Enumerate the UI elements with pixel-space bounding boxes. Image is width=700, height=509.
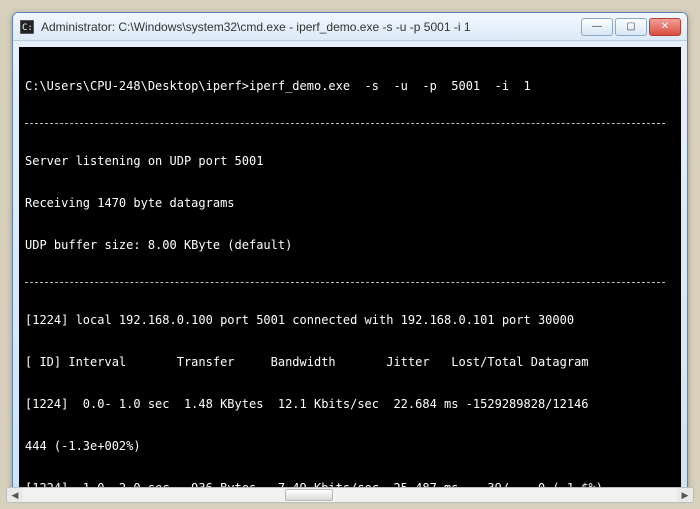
minimize-button[interactable]: — <box>581 18 613 36</box>
first-row: [1224] 0.0- 1.0 sec 1.48 KBytes 12.1 Kbi… <box>25 397 675 411</box>
chevron-right-icon: ▶ <box>682 490 688 498</box>
connection-line: [1224] local 192.168.0.100 port 5001 con… <box>25 313 675 327</box>
chevron-left-icon: ◀ <box>12 490 18 498</box>
cmd-window: C: Administrator: C:\Windows\system32\cm… <box>12 12 688 497</box>
scroll-right-button[interactable]: ▶ <box>677 488 688 497</box>
header-line: [ ID] Interval Transfer Bandwidth Jitter… <box>25 355 675 369</box>
scroll-track[interactable] <box>23 488 677 497</box>
scroll-left-button[interactable]: ◀ <box>12 488 23 497</box>
maximize-icon: ▢ <box>626 21 635 32</box>
scroll-thumb[interactable] <box>285 489 333 497</box>
divider <box>25 282 665 283</box>
first-row-tail: 444 (-1.3e+002%) <box>25 439 675 453</box>
minimize-icon: — <box>592 21 602 32</box>
divider <box>25 123 665 124</box>
maximize-button[interactable]: ▢ <box>615 18 647 36</box>
prompt-line: C:\Users\CPU-248\Desktop\iperf>iperf_dem… <box>25 79 675 93</box>
server-info-2: UDP buffer size: 8.00 KByte (default) <box>25 238 675 252</box>
cmd-icon: C: <box>19 19 35 35</box>
server-info-1: Receiving 1470 byte datagrams <box>25 196 675 210</box>
window-title: Administrator: C:\Windows\system32\cmd.e… <box>41 20 581 34</box>
close-icon: ✕ <box>661 21 669 32</box>
window-buttons: — ▢ ✕ <box>581 18 681 36</box>
close-button[interactable]: ✕ <box>649 18 681 36</box>
terminal-output[interactable]: C:\Users\CPU-248\Desktop\iperf>iperf_dem… <box>19 47 681 490</box>
server-info-0: Server listening on UDP port 5001 <box>25 154 675 168</box>
horizontal-scrollbar[interactable]: ◀ ▶ <box>12 487 688 497</box>
svg-text:C:: C: <box>22 23 33 33</box>
titlebar[interactable]: C: Administrator: C:\Windows\system32\cm… <box>13 13 687 41</box>
